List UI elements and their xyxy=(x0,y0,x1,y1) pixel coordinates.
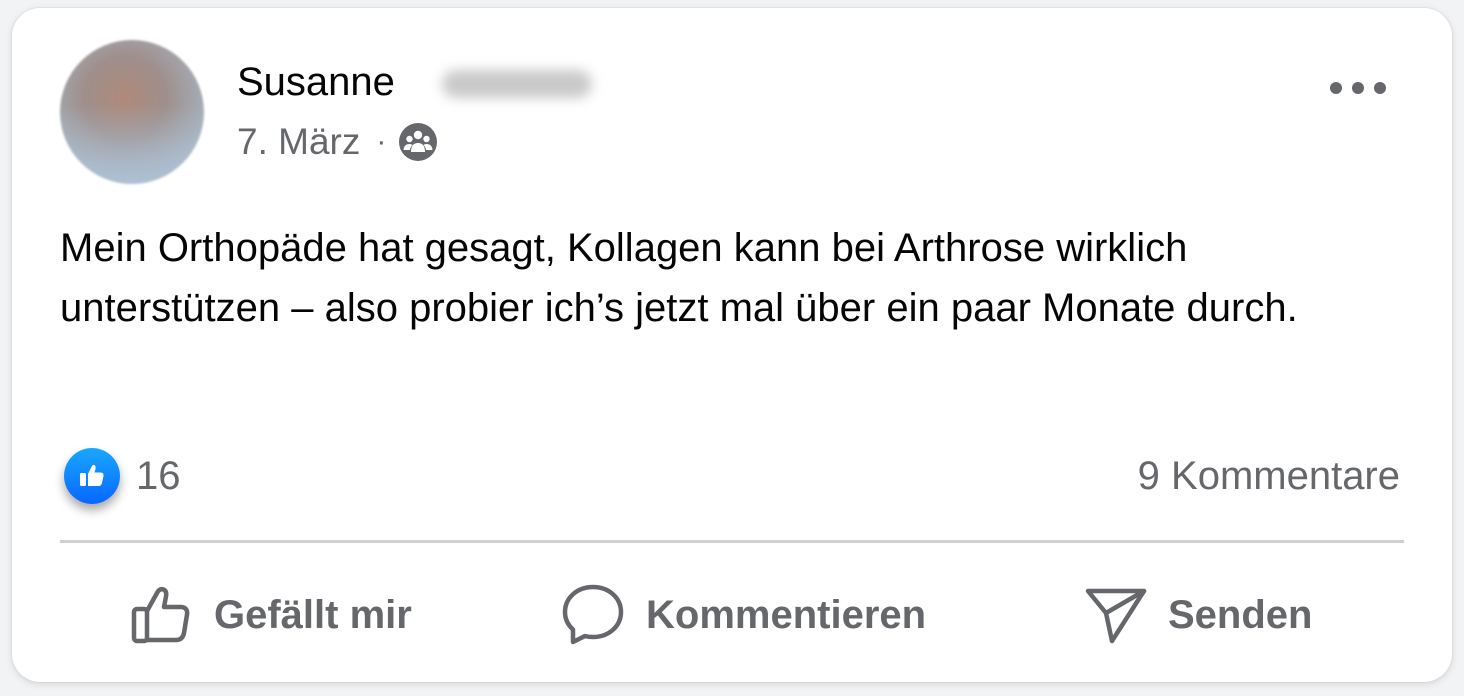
comments-count[interactable]: 9 Kommentare xyxy=(1138,454,1400,499)
more-dot xyxy=(1330,82,1342,94)
post-card: Susanne 7. März · Mein Orthopäde hat ges… xyxy=(12,8,1452,682)
more-dot xyxy=(1374,82,1386,94)
send-button-label: Senden xyxy=(1168,592,1313,637)
more-options-icon[interactable] xyxy=(1330,72,1386,104)
like-count: 16 xyxy=(136,453,181,498)
meta-separator: · xyxy=(376,125,387,158)
group-audience-icon[interactable] xyxy=(398,122,438,162)
author-last-name-redacted xyxy=(442,70,592,98)
avatar[interactable] xyxy=(60,40,204,184)
post-date[interactable]: 7. März xyxy=(237,121,360,163)
speech-bubble-icon xyxy=(560,582,626,648)
thumbs-up-icon xyxy=(64,448,120,504)
more-dot xyxy=(1352,82,1364,94)
divider xyxy=(60,540,1404,543)
author-name[interactable]: Susanne xyxy=(237,60,395,105)
post-text: Mein Orthopäde hat gesagt, Kollagen kann… xyxy=(60,226,1298,330)
reactions-summary[interactable]: 16 xyxy=(64,448,181,504)
send-button[interactable]: Senden xyxy=(1084,580,1312,650)
post-meta: 7. März · xyxy=(237,121,438,163)
thumbs-up-outline-icon xyxy=(130,583,194,647)
send-icon xyxy=(1084,583,1148,647)
like-button[interactable]: Gefällt mir xyxy=(130,580,412,650)
comment-button-label: Kommentieren xyxy=(646,592,927,637)
comment-button[interactable]: Kommentieren xyxy=(560,580,926,650)
like-button-label: Gefällt mir xyxy=(214,592,412,637)
